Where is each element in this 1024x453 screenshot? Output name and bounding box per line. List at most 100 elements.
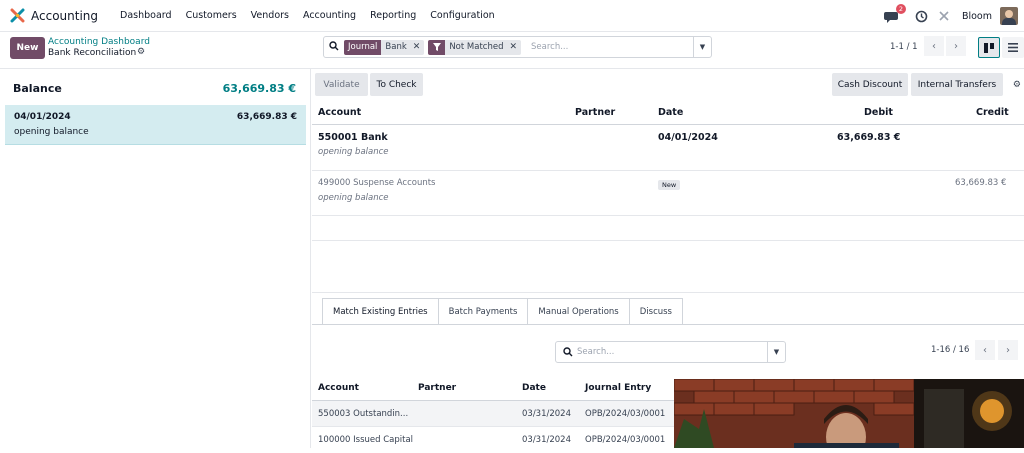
debug-tools-icon[interactable] xyxy=(938,10,950,22)
row-account: 100000 Issued Capital xyxy=(318,435,414,445)
match-search-bar[interactable]: Search... ▼ xyxy=(555,341,786,363)
row-date: 03/31/2024 xyxy=(522,435,571,445)
menu-configuration[interactable]: Configuration xyxy=(430,10,494,21)
new-badge: New xyxy=(658,180,681,190)
app-name: Accounting xyxy=(31,8,99,23)
menu-customers[interactable]: Customers xyxy=(186,10,237,21)
main-menu: Dashboard Customers Vendors Accounting R… xyxy=(106,10,495,21)
search-dropdown-toggle[interactable]: ▼ xyxy=(693,37,711,57)
row-debit: 63,669.83 € xyxy=(837,132,901,143)
tab-match-existing-entries[interactable]: Match Existing Entries xyxy=(322,298,439,324)
statement-line-card[interactable]: 04/01/2024 63,669.83 € opening balance xyxy=(5,105,306,145)
entries-table-header: Account Partner Date Debit Credit xyxy=(312,98,1024,125)
filter-icon xyxy=(428,39,446,55)
header-partner: Partner xyxy=(575,107,616,118)
menu-dashboard[interactable]: Dashboard xyxy=(120,10,172,21)
chevron-right-icon: › xyxy=(954,40,958,52)
pager-next-button[interactable]: › xyxy=(998,340,1018,360)
row-account: 550001 Bank xyxy=(318,132,388,143)
clock-icon[interactable] xyxy=(915,10,928,23)
to-check-button[interactable]: To Check xyxy=(370,73,423,96)
tabs: Match Existing Entries Batch Payments Ma… xyxy=(322,298,683,324)
top-navbar: Accounting Dashboard Customers Vendors A… xyxy=(0,0,1024,32)
row-label: opening balance xyxy=(318,193,389,203)
chevron-left-icon: ‹ xyxy=(932,40,936,52)
search-icon xyxy=(563,347,573,357)
facet-value: Not Matched xyxy=(445,39,508,55)
search-input[interactable]: Search... xyxy=(531,42,568,52)
header-date: Date xyxy=(658,107,684,118)
control-panel: New Accounting Dashboard Bank Reconcilia… xyxy=(0,33,1024,69)
empty-row xyxy=(312,216,1024,241)
row-entry: OPB/2024/03/0001 xyxy=(585,409,666,419)
breadcrumb-current: Bank Reconciliation xyxy=(48,48,137,58)
row-credit: 63,669.83 € xyxy=(955,178,1007,188)
statement-date: 04/01/2024 xyxy=(14,112,71,122)
balance-label: Balance xyxy=(13,82,62,95)
match-search-input[interactable]: Search... xyxy=(577,347,614,357)
pager-previous-button[interactable]: ‹ xyxy=(975,340,995,360)
list-view-button[interactable] xyxy=(1002,37,1024,58)
pager-previous-button[interactable]: ‹ xyxy=(924,36,944,56)
user-name[interactable]: Bloom xyxy=(962,11,992,22)
tab-batch-payments[interactable]: Batch Payments xyxy=(437,298,529,324)
search-dropdown-toggle[interactable]: ▼ xyxy=(767,342,785,362)
row-date: 04/01/2024 xyxy=(658,132,718,143)
chevron-left-icon: ‹ xyxy=(983,344,987,356)
pager-next-button[interactable]: › xyxy=(946,36,966,56)
internal-transfers-button[interactable]: Internal Transfers xyxy=(911,73,1003,96)
list-icon xyxy=(1008,43,1018,52)
breadcrumb-parent[interactable]: Accounting Dashboard xyxy=(48,37,150,47)
video-frame-image xyxy=(674,379,1024,448)
app-brand[interactable]: Accounting xyxy=(10,8,98,23)
table-row[interactable]: 550001 Bank opening balance 04/01/2024 6… xyxy=(312,125,1024,171)
accounting-app-icon xyxy=(10,8,25,23)
row-account: 499000 Suspense Accounts xyxy=(318,178,436,188)
gear-icon[interactable]: ⚙ xyxy=(1013,80,1021,90)
remove-facet-icon[interactable]: ✕ xyxy=(410,39,425,55)
divider xyxy=(312,324,1024,325)
search-bar[interactable]: Journal Bank ✕ Not Matched ✕ Search... ▼ xyxy=(323,36,712,58)
row-account: 550003 Outstandin... xyxy=(318,409,409,419)
presenter-video-overlay xyxy=(674,379,1024,448)
spacer xyxy=(312,241,1024,293)
row-entry: OPB/2024/03/0001 xyxy=(585,435,666,445)
filter-facet: Not Matched ✕ xyxy=(428,39,522,55)
kanban-view-button[interactable] xyxy=(978,37,1000,58)
facet-label: Journal xyxy=(344,39,382,55)
user-avatar[interactable] xyxy=(1000,7,1018,25)
row-date: 03/31/2024 xyxy=(522,409,571,419)
header-account: Account xyxy=(318,383,359,393)
facet-value: Bank xyxy=(381,39,411,55)
pager-value[interactable]: 1-1 / 1 xyxy=(890,42,918,52)
statement-label: opening balance xyxy=(14,127,89,137)
gear-icon[interactable]: ⚙ xyxy=(137,47,145,57)
remove-facet-icon[interactable]: ✕ xyxy=(507,39,522,55)
chat-button[interactable]: 2 xyxy=(883,4,906,26)
header-date: Date xyxy=(522,383,546,393)
tab-discuss[interactable]: Discuss xyxy=(628,298,683,324)
statement-lines-panel: Balance 63,669.83 € 04/01/2024 63,669.83… xyxy=(0,69,311,448)
menu-reporting[interactable]: Reporting xyxy=(370,10,416,21)
menu-accounting[interactable]: Accounting xyxy=(303,10,356,21)
statement-amount: 63,669.83 € xyxy=(236,112,297,122)
header-partner: Partner xyxy=(418,383,457,393)
kanban-icon xyxy=(984,42,994,53)
header-account: Account xyxy=(318,107,362,118)
tab-manual-operations[interactable]: Manual Operations xyxy=(527,298,630,324)
search-icon xyxy=(324,40,344,54)
chat-count-badge: 2 xyxy=(895,4,906,14)
header-journal-entry: Journal Entry xyxy=(585,383,652,393)
table-row[interactable]: 499000 Suspense Accounts opening balance… xyxy=(312,171,1024,216)
balance-amount: 63,669.83 € xyxy=(222,82,296,95)
new-button[interactable]: New xyxy=(10,37,45,59)
cash-discount-button[interactable]: Cash Discount xyxy=(832,73,908,96)
validate-button[interactable]: Validate xyxy=(315,73,368,96)
menu-vendors[interactable]: Vendors xyxy=(251,10,289,21)
row-label: opening balance xyxy=(318,147,389,157)
systray: 2 Bloom xyxy=(883,0,1024,32)
header-credit: Credit xyxy=(976,107,1009,118)
match-pager-value[interactable]: 1-16 / 16 xyxy=(931,345,969,355)
header-debit: Debit xyxy=(864,107,893,118)
chevron-right-icon: › xyxy=(1006,344,1010,356)
